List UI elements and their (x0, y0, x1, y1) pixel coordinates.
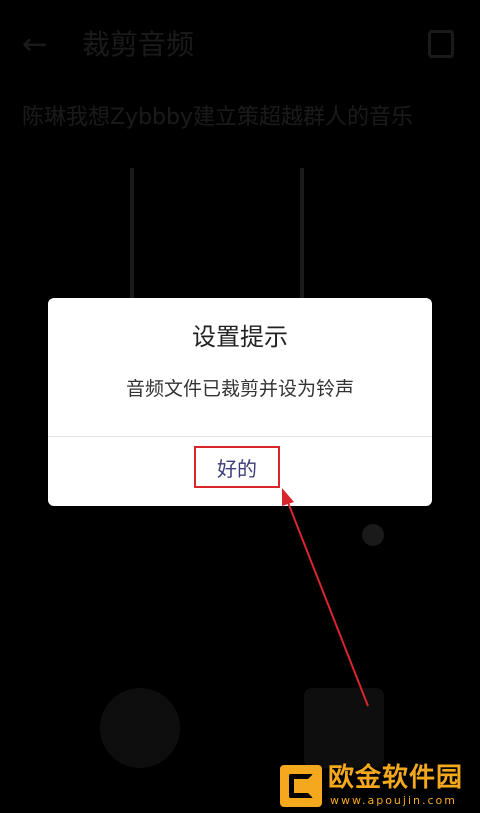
settings-dialog: 设置提示 音频文件已裁剪并设为铃声 好的 (48, 298, 432, 506)
cut-button[interactable] (304, 688, 384, 768)
audio-filename: 陈琳我想Zybbby建立策超越群人的音乐 (22, 105, 414, 130)
watermark-name: 欧金软件园 (328, 763, 464, 793)
watermark-url: www.apoujin.com (330, 794, 457, 807)
playhead-dot[interactable] (362, 524, 384, 546)
top-bar: ← 裁剪音频 (0, 0, 480, 90)
watermark-logo-icon (280, 765, 322, 807)
screen-title: 裁剪音频 (82, 28, 195, 61)
save-icon[interactable] (428, 30, 454, 58)
dialog-title: 设置提示 (192, 323, 288, 351)
watermark: 欧金软件园 www.apoujin.com (280, 763, 476, 809)
time-row (0, 520, 480, 550)
back-arrow-icon[interactable]: ← (22, 30, 47, 60)
play-button[interactable] (100, 688, 180, 768)
dialog-divider (48, 436, 432, 437)
ok-button[interactable]: 好的 (194, 446, 280, 488)
dialog-message: 音频文件已裁剪并设为铃声 (125, 378, 354, 400)
